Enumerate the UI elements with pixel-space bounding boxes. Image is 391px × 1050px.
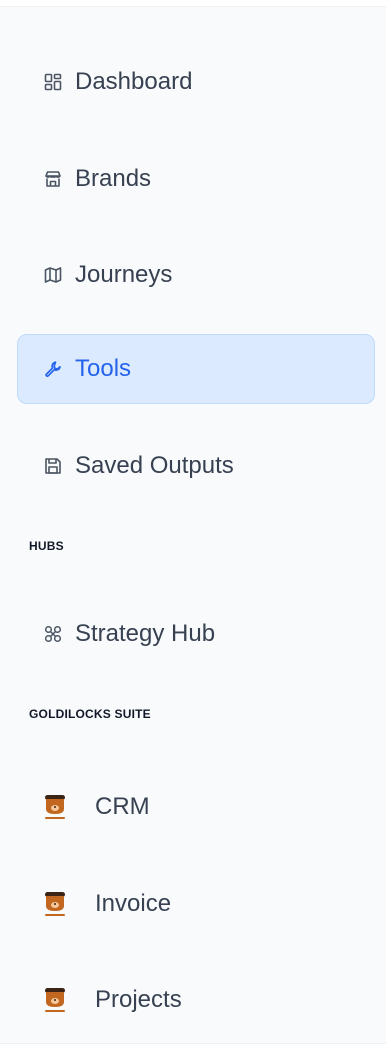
dashboard-icon bbox=[43, 72, 63, 92]
goldilocks-logo-icon bbox=[41, 890, 69, 918]
nav-item-label: Saved Outputs bbox=[75, 452, 234, 479]
nav-item-projects[interactable]: Projects bbox=[17, 965, 375, 1035]
nav-item-label: Strategy Hub bbox=[75, 620, 216, 647]
nav-item-brands[interactable]: Brands bbox=[17, 144, 375, 214]
nav-item-label: Brands bbox=[75, 165, 152, 192]
store-icon bbox=[43, 169, 63, 189]
nav-item-tools[interactable]: Tools bbox=[17, 334, 375, 404]
nav-item-label: Invoice bbox=[95, 890, 172, 917]
save-icon bbox=[43, 456, 63, 476]
map-icon bbox=[43, 265, 63, 285]
nav-item-label: CRM bbox=[95, 793, 150, 820]
wrench-icon bbox=[43, 359, 63, 379]
section-label-goldilocks-suite: GOLDILOCKS SUITE bbox=[29, 707, 151, 721]
goldilocks-logo-icon bbox=[41, 793, 69, 821]
nav-item-crm[interactable]: CRM bbox=[17, 772, 375, 842]
nav-item-dashboard[interactable]: Dashboard bbox=[17, 47, 375, 117]
nav-item-saved-outputs[interactable]: Saved Outputs bbox=[17, 431, 375, 501]
nav-item-strategy-hub[interactable]: Strategy Hub bbox=[17, 599, 375, 669]
strategy-icon bbox=[43, 624, 63, 644]
section-label-hubs: HUBS bbox=[29, 539, 64, 553]
nav-item-label: Dashboard bbox=[75, 68, 193, 95]
nav-item-invoice[interactable]: Invoice bbox=[17, 869, 375, 939]
nav-item-label: Journeys bbox=[75, 261, 173, 288]
nav-item-journeys[interactable]: Journeys bbox=[17, 240, 375, 310]
nav-item-label: Projects bbox=[95, 986, 182, 1013]
nav-item-label: Tools bbox=[75, 355, 132, 382]
goldilocks-logo-icon bbox=[41, 986, 69, 1014]
sidebar: Dashboard Brands Journeys Tools Saved Ou… bbox=[0, 6, 386, 1044]
